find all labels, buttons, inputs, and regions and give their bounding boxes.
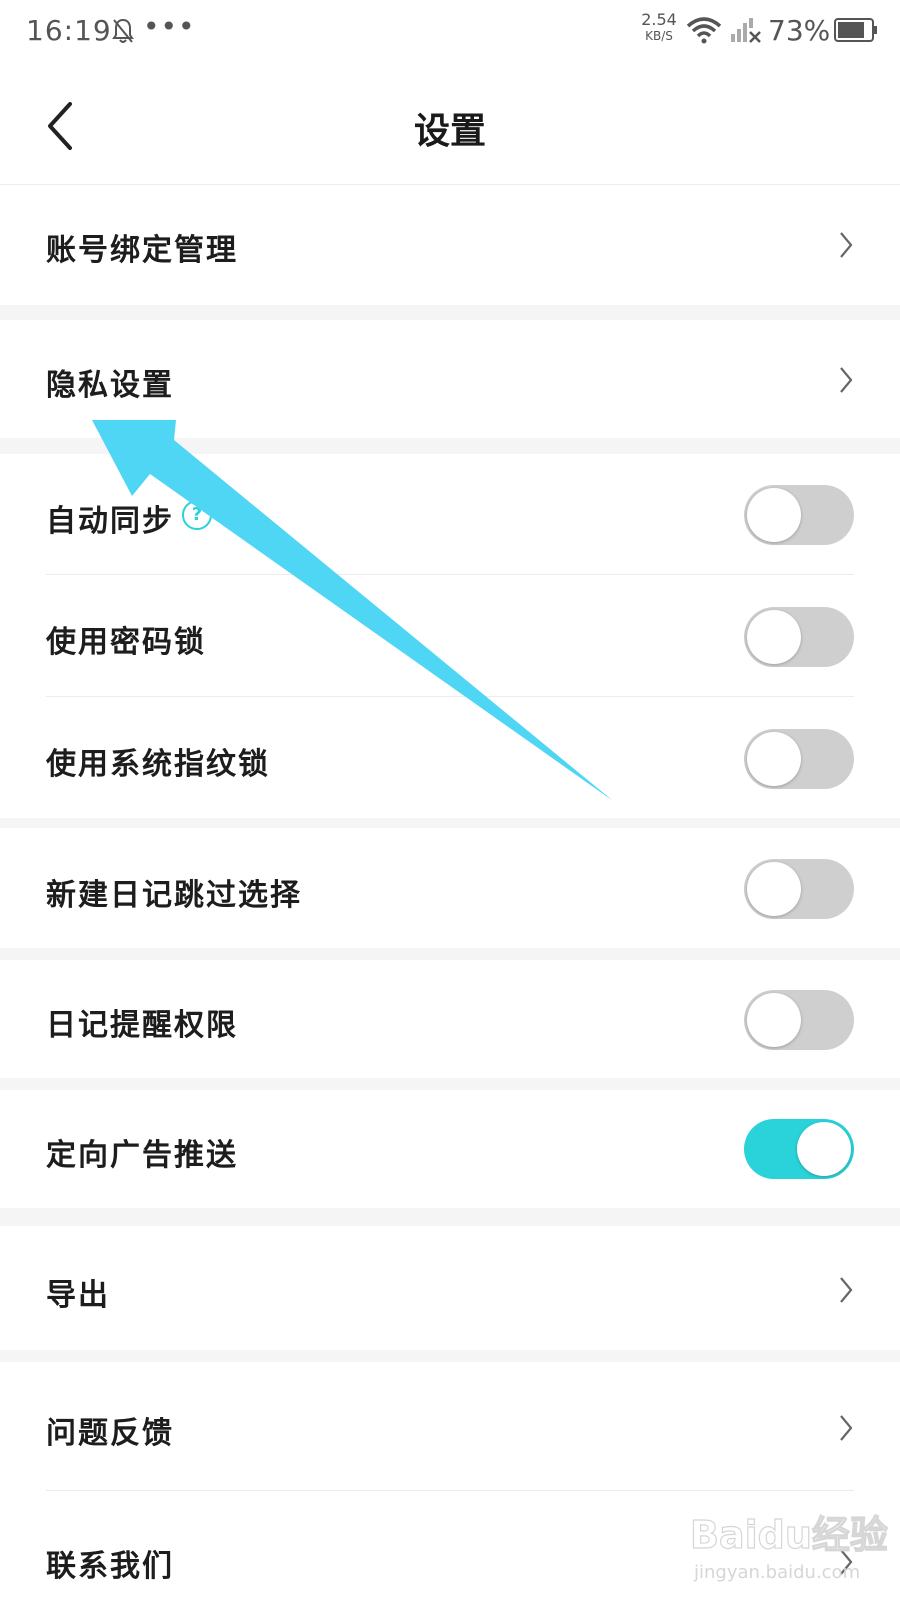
battery-percent: 73% (768, 14, 831, 47)
settings-group-locks: 自动同步 ? 使用密码锁 使用系统指纹锁 (0, 454, 900, 818)
network-speed-value: 2.54 (641, 10, 677, 29)
skip-selection-label: 新建日记跳过选择 (46, 878, 302, 913)
status-bar: 16:19 ••• 2.54 KB/S 73% (0, 0, 900, 66)
auto-sync-toggle[interactable] (744, 485, 854, 545)
chevron-right-icon (840, 1277, 853, 1303)
no-signal-icon (731, 18, 761, 43)
toggle-knob (747, 610, 801, 664)
fingerprint-lock-toggle[interactable] (744, 729, 854, 789)
settings-row-export[interactable]: 导出 (0, 1226, 900, 1350)
watermark-brand: Baidu经验 (690, 1513, 888, 1557)
password-lock-label: 使用密码锁 (46, 625, 206, 660)
watermark-url: jingyan.baidu.com (693, 1562, 860, 1583)
page-title: 设置 (413, 111, 486, 152)
password-lock-toggle[interactable] (744, 607, 854, 667)
settings-row-skip-selection: 新建日记跳过选择 (0, 828, 900, 948)
toggle-knob (747, 488, 801, 542)
status-time: 16:19 (26, 14, 112, 47)
targeted-ads-label: 定向广告推送 (46, 1138, 238, 1173)
status-more-dots: ••• (143, 10, 196, 43)
settings-row-privacy[interactable]: 隐私设置 (0, 320, 900, 438)
settings-row-password-lock: 使用密码锁 (0, 575, 900, 696)
battery-icon (834, 18, 877, 42)
export-label: 导出 (46, 1278, 110, 1313)
reminder-permission-label: 日记提醒权限 (46, 1008, 238, 1043)
network-speed: 2.54 KB/S (636, 12, 682, 44)
account-binding-label: 账号绑定管理 (46, 233, 238, 268)
settings-row-fingerprint-lock: 使用系统指纹锁 (0, 697, 900, 818)
reminder-permission-toggle[interactable] (744, 990, 854, 1050)
toggle-knob (747, 862, 801, 916)
privacy-settings-label: 隐私设置 (46, 368, 174, 403)
title-bar: 设置 (0, 66, 900, 185)
bell-off-icon (112, 18, 134, 43)
contact-label: 联系我们 (46, 1549, 174, 1584)
toggle-knob (747, 732, 801, 786)
settings-row-reminder-permission: 日记提醒权限 (0, 960, 900, 1078)
auto-sync-label: 自动同步 (46, 504, 174, 539)
help-icon[interactable]: ? (182, 500, 212, 530)
skip-selection-toggle[interactable] (744, 859, 854, 919)
network-speed-unit: KB/S (645, 29, 673, 43)
settings-row-feedback[interactable]: 问题反馈 (0, 1362, 900, 1490)
settings-row-targeted-ads: 定向广告推送 (0, 1090, 900, 1208)
targeted-ads-toggle[interactable] (744, 1119, 854, 1179)
chevron-right-icon (840, 232, 853, 258)
feedback-label: 问题反馈 (46, 1416, 174, 1451)
settings-row-account-binding[interactable]: 账号绑定管理 (0, 185, 900, 305)
toggle-knob (797, 1122, 851, 1176)
toggle-knob (747, 993, 801, 1047)
baidu-watermark: Baidu经验 jingyan.baidu.com (690, 1512, 888, 1583)
fingerprint-lock-label: 使用系统指纹锁 (46, 747, 270, 782)
chevron-right-icon (840, 1415, 853, 1441)
settings-row-auto-sync: 自动同步 ? (0, 454, 900, 574)
chevron-right-icon (840, 367, 853, 393)
wifi-icon (686, 17, 722, 44)
